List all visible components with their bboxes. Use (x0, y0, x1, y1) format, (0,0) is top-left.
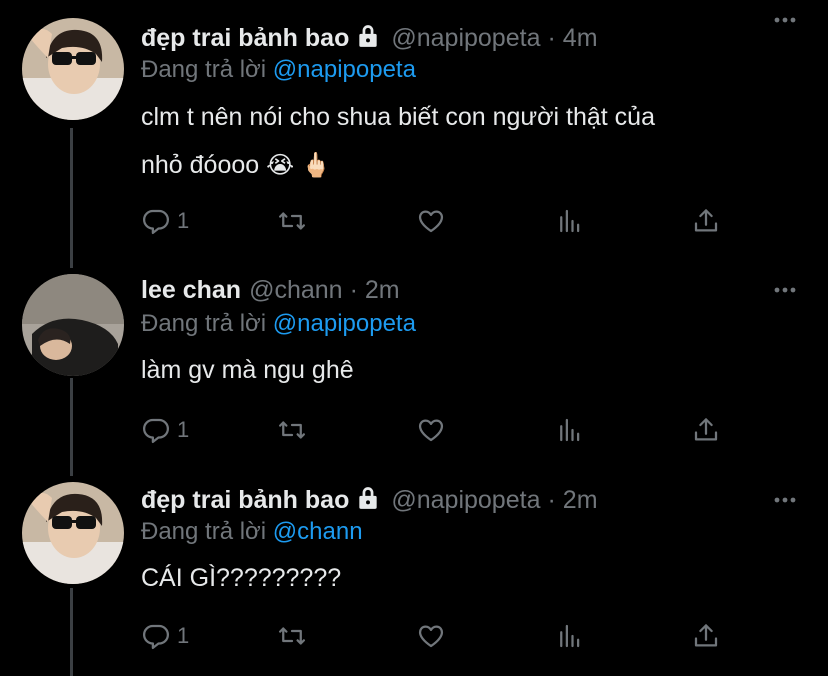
reply-count: 1 (177, 208, 190, 233)
replying-to: Đang trả lời @napipopeta (141, 310, 416, 338)
timestamp[interactable]: 2m (563, 486, 598, 515)
tweet-text: CÁI GÌ????????? (141, 554, 341, 602)
lock-icon (355, 23, 381, 54)
tweet-text: clm t nên nói cho shua biết con người th… (141, 93, 655, 190)
separator-dot: · (547, 23, 556, 52)
share-button[interactable] (691, 412, 721, 448)
lock-icon (355, 485, 381, 516)
author-handle[interactable]: @chann (249, 276, 343, 305)
finger-emoji: 🖕🏻 (301, 152, 332, 179)
avatar[interactable] (22, 274, 124, 376)
avatar[interactable] (22, 18, 124, 120)
crying-emoji: 😭 (266, 152, 295, 179)
like-button[interactable] (416, 412, 446, 448)
tweet-text-line: clm t nên nói cho shua biết con người th… (141, 103, 655, 131)
retweet-icon (279, 212, 305, 230)
replying-mention[interactable]: @napipopeta (273, 56, 416, 83)
replying-to: Đang trả lời @chann (141, 518, 363, 546)
tweet-text: làm gv mà ngu ghê (141, 346, 354, 394)
share-icon (694, 209, 718, 232)
like-button[interactable] (416, 618, 446, 654)
author-handle[interactable]: @napipopeta (391, 486, 540, 515)
more-icon[interactable] (772, 8, 798, 32)
reply-button[interactable]: 1 (141, 203, 189, 239)
reply-icon (143, 624, 169, 649)
reply-button[interactable]: 1 (141, 412, 189, 448)
action-bar: 1 (141, 412, 741, 448)
like-icon (418, 625, 444, 648)
retweet-icon (279, 421, 305, 439)
more-icon[interactable] (772, 488, 798, 512)
more-icon[interactable] (772, 278, 798, 302)
reply-button[interactable]: 1 (141, 618, 189, 654)
replying-to: Đang trả lời @napipopeta (141, 56, 416, 84)
analytics-button[interactable] (555, 203, 585, 239)
retweet-button[interactable] (277, 203, 307, 239)
replying-prefix: Đang trả lời (141, 518, 273, 545)
analytics-icon (560, 418, 580, 442)
replying-mention[interactable]: @chann (273, 518, 363, 545)
analytics-button[interactable] (555, 618, 585, 654)
share-button[interactable] (691, 203, 721, 239)
author-name[interactable]: đẹp trai bảnh bao (141, 486, 349, 515)
share-icon (694, 418, 718, 441)
like-button[interactable] (416, 203, 446, 239)
share-button[interactable] (691, 618, 721, 654)
analytics-icon (560, 209, 580, 233)
action-bar: 1 (141, 618, 741, 654)
replying-mention[interactable]: @napipopeta (273, 310, 416, 337)
tweet-3[interactable]: đẹp trai bảnh bao @napipopeta · 2m Đang … (0, 480, 828, 676)
like-icon (418, 210, 444, 233)
timestamp[interactable]: 2m (365, 276, 400, 305)
retweet-icon (279, 627, 305, 645)
tweet-text-line: nhỏ đóooo 😭 🖕🏻 (141, 141, 655, 190)
tweet-text-line: làm gv mà ngu ghê (141, 356, 354, 384)
author-handle[interactable]: @napipopeta (391, 24, 540, 53)
like-icon (418, 419, 444, 442)
author-name[interactable]: lee chan (141, 276, 241, 305)
reply-count: 1 (177, 417, 190, 442)
reply-count: 1 (177, 623, 190, 648)
tweet-text-line: CÁI GÌ????????? (141, 564, 342, 592)
tweet-2[interactable]: lee chan @chann · 2m Đang trả lời @napip… (0, 270, 828, 476)
tweet-text-segment: nhỏ đóooo (141, 151, 260, 179)
analytics-icon (560, 624, 580, 648)
replying-prefix: Đang trả lời (141, 56, 273, 83)
avatar[interactable] (22, 482, 124, 584)
separator-dot: · (547, 485, 556, 514)
timestamp[interactable]: 4m (563, 24, 598, 53)
separator-dot: · (349, 275, 358, 304)
retweet-button[interactable] (277, 618, 307, 654)
retweet-button[interactable] (277, 412, 307, 448)
analytics-button[interactable] (555, 412, 585, 448)
reply-icon (143, 209, 169, 234)
share-icon (694, 624, 718, 647)
reply-icon (143, 418, 169, 443)
tweet-1[interactable]: đẹp trai bảnh bao @napipopeta · 4m Đang … (0, 0, 828, 268)
replying-prefix: Đang trả lời (141, 310, 273, 337)
action-bar: 1 (141, 203, 741, 239)
author-name[interactable]: đẹp trai bảnh bao (141, 24, 349, 53)
